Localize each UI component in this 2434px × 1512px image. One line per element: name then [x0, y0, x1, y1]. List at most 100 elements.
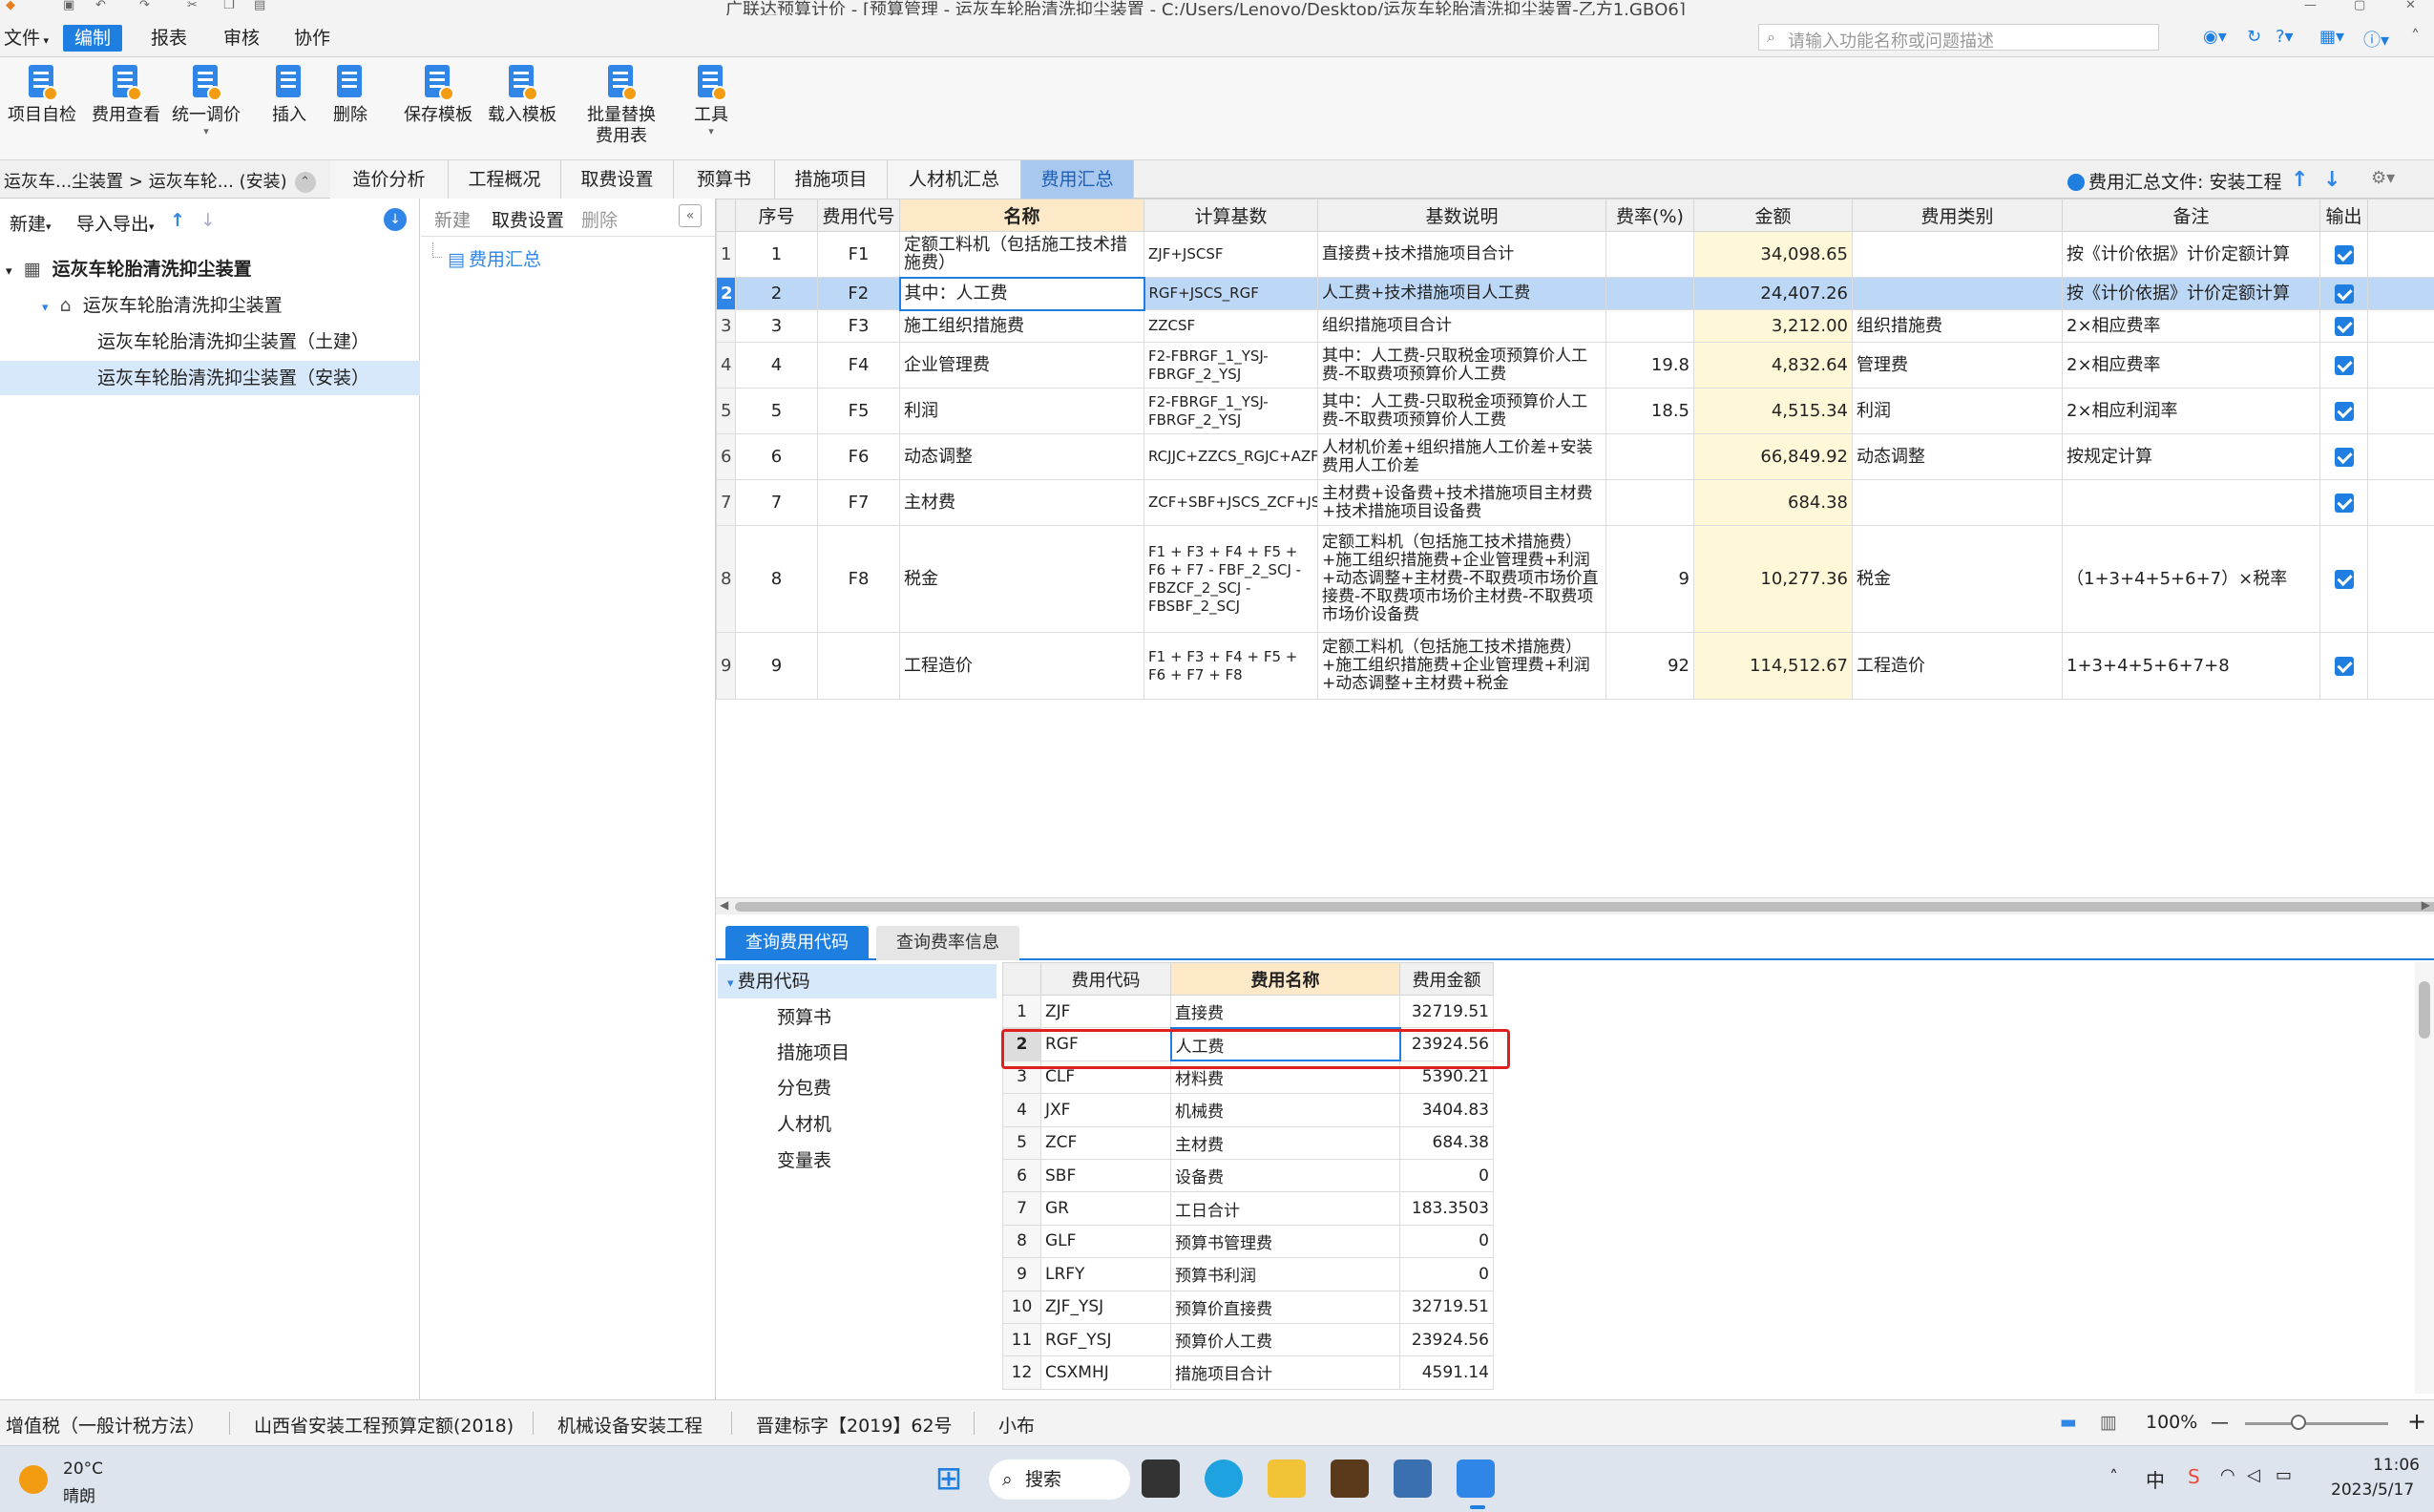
name-cell[interactable]: 主材费: [899, 479, 1144, 526]
code-row[interactable]: 7 GR 工日合计 183.3503: [1002, 1191, 1494, 1226]
code-header-name[interactable]: 费用名称: [1170, 962, 1400, 996]
base-cell[interactable]: RGF+JSCS_RGF: [1144, 277, 1318, 310]
move-down-arrow-icon[interactable]: ↓: [2323, 168, 2340, 192]
header-code[interactable]: 费用代号: [817, 199, 900, 232]
battery-icon[interactable]: ▭: [2276, 1465, 2292, 1485]
note-cell[interactable]: 按《计价依据》计价定额计算: [2062, 231, 2320, 278]
tab-fee-setting[interactable]: 取费设置: [561, 160, 674, 199]
settings-icon[interactable]: ⚙▾: [2371, 168, 2395, 188]
rate-cell[interactable]: [1605, 309, 1694, 343]
cut-icon[interactable]: ✂: [187, 0, 198, 12]
edge-browser-icon[interactable]: [1205, 1460, 1243, 1498]
note-cell[interactable]: 按《计价依据》计价定额计算: [2062, 277, 2320, 310]
fee-row[interactable]: 9 9 工程造价 F1 + F3 + F4 + F5 + F6 + F7 + F8 定额…: [716, 632, 2434, 700]
windows-start-icon[interactable]: ⊞: [930, 1460, 968, 1498]
output-checkbox-cell[interactable]: [2319, 479, 2368, 526]
mid-fee-setting-button[interactable]: 取费设置: [492, 206, 564, 232]
task-view-icon[interactable]: [1142, 1460, 1180, 1498]
checkbox-checked-icon[interactable]: [2334, 656, 2354, 676]
checkbox-checked-icon[interactable]: [2334, 493, 2354, 513]
new-button[interactable]: 新建▾: [10, 210, 52, 236]
name-cell[interactable]: 其中：人工费: [898, 276, 1145, 311]
wifi-icon[interactable]: ◠: [2220, 1465, 2235, 1485]
code-tree-root[interactable]: ▾ 费用代码: [718, 964, 997, 998]
note-cell[interactable]: 按规定计算: [2062, 433, 2320, 480]
tree-item-install[interactable]: 运灰车轮胎清洗抑尘装置（安装）: [0, 361, 420, 395]
tab-measures[interactable]: 措施项目: [775, 160, 888, 199]
code-amount-cell[interactable]: 3404.83: [1399, 1093, 1494, 1127]
category-cell[interactable]: 利润: [1852, 388, 2063, 434]
base-cell[interactable]: F2-FBRGF_1_YSJ-FBRGF_2_YSJ: [1144, 342, 1318, 388]
code-name-cell[interactable]: 工日合计: [1170, 1191, 1400, 1226]
code-amount-cell[interactable]: 0: [1399, 1257, 1494, 1292]
expand-icon[interactable]: ▾: [6, 264, 12, 279]
tab-cost-analysis[interactable]: 造价分析: [330, 160, 449, 199]
cad-icon[interactable]: [1394, 1460, 1432, 1498]
row-number[interactable]: 8: [716, 525, 736, 633]
code-cell[interactable]: JXF: [1040, 1093, 1171, 1127]
code-header-code[interactable]: 费用代码: [1040, 962, 1171, 996]
code-row[interactable]: 10 ZJF_YSJ 预算价直接费 32719.51: [1002, 1290, 1494, 1324]
row-number[interactable]: 1: [716, 231, 736, 278]
output-checkbox-cell[interactable]: [2319, 525, 2368, 633]
base-cell[interactable]: F1 + F3 + F4 + F5 + F6 + F7 - FBF_2_SCJ …: [1144, 525, 1318, 633]
scroll-left-icon[interactable]: ◀: [720, 898, 728, 912]
seq-cell[interactable]: 1: [735, 231, 818, 278]
header-amount[interactable]: 金额: [1693, 199, 1853, 232]
code-row[interactable]: 11 RGF_YSJ 预算价人工费 23924.56: [1002, 1322, 1494, 1357]
header-name[interactable]: 名称: [899, 199, 1144, 232]
row-number[interactable]: 9: [716, 632, 736, 700]
desc-cell[interactable]: 主材费+设备费+技术措施项目主材费+技术措施项目设备费: [1317, 479, 1606, 526]
checkbox-checked-icon[interactable]: [2334, 316, 2354, 336]
code-row[interactable]: 5 ZCF 主材费 684.38: [1002, 1125, 1494, 1160]
category-cell[interactable]: 税金: [1852, 525, 2063, 633]
header-note[interactable]: 备注: [2062, 199, 2320, 232]
zoom-out-icon[interactable]: —: [2211, 1412, 2229, 1433]
code-amount-cell[interactable]: 183.3503: [1399, 1191, 1494, 1226]
amount-cell[interactable]: 3,212.00: [1693, 309, 1853, 343]
name-cell[interactable]: 工程造价: [899, 632, 1144, 700]
collapse-panel-icon[interactable]: «: [679, 204, 702, 227]
code-row-number[interactable]: 10: [1002, 1290, 1041, 1324]
seq-cell[interactable]: 2: [735, 277, 818, 310]
code-name-cell[interactable]: 措施项目合计: [1170, 1355, 1400, 1390]
code-row[interactable]: 4 JXF 机械费 3404.83: [1002, 1093, 1494, 1127]
code-row-number[interactable]: 4: [1002, 1093, 1041, 1127]
layout-single-icon[interactable]: ▬: [2060, 1412, 2077, 1433]
scroll-thumb[interactable]: [2419, 981, 2430, 1039]
fee-summary-item[interactable]: ▤ 费用汇总: [432, 242, 541, 277]
code-cell[interactable]: ZJF_YSJ: [1040, 1290, 1171, 1324]
scroll-right-icon[interactable]: ▶: [2422, 898, 2430, 912]
rate-cell[interactable]: 92: [1605, 632, 1694, 700]
code-name-cell[interactable]: 主材费: [1170, 1125, 1400, 1160]
code-cell[interactable]: F3: [817, 309, 900, 343]
fee-row[interactable]: 1 1 F1 定额工料机（包括施工技术措施费） ZJF+JSCSF 直接费+技术措施项目合…: [716, 231, 2434, 278]
expand-icon[interactable]: ▾: [42, 301, 49, 315]
note-cell[interactable]: [2062, 479, 2320, 526]
code-tree-labor-material[interactable]: 人材机: [777, 1107, 831, 1142]
code-cell[interactable]: [817, 632, 900, 700]
note-cell[interactable]: 1+3+4+5+6+7+8: [2062, 632, 2320, 700]
row-number[interactable]: 3: [716, 309, 736, 343]
code-row-number[interactable]: 9: [1002, 1257, 1041, 1292]
tab-query-rate-info[interactable]: 查询费率信息: [876, 926, 1019, 960]
project-check-button[interactable]: 项目自检: [8, 63, 76, 126]
desc-cell[interactable]: 直接费+技术措施项目合计: [1317, 231, 1606, 278]
code-cell[interactable]: F4: [817, 342, 900, 388]
category-cell[interactable]: [1852, 479, 2063, 526]
menu-file[interactable]: 文件 ▾: [4, 27, 49, 52]
redo-icon[interactable]: ↷: [139, 0, 150, 12]
header-base[interactable]: 计算基数: [1144, 199, 1318, 232]
name-cell[interactable]: 利润: [899, 388, 1144, 434]
base-cell[interactable]: RCJJC+ZZCS_RGJC+AZFY_RGJC: [1144, 433, 1318, 480]
move-down-icon[interactable]: ↓: [200, 210, 216, 231]
fee-row[interactable]: 5 5 F5 利润 F2-FBRGF_1_YSJ-FBRGF_2_YSJ 其中：人工费-只…: [716, 388, 2434, 434]
desc-cell[interactable]: 人材机价差+组织措施人工价差+安装费用人工价差: [1317, 433, 1606, 480]
row-number[interactable]: 7: [716, 479, 736, 526]
code-row[interactable]: 6 SBF 设备费 0: [1002, 1158, 1494, 1193]
output-checkbox-cell[interactable]: [2319, 388, 2368, 434]
code-cell[interactable]: SBF: [1040, 1158, 1171, 1193]
base-cell[interactable]: F2-FBRGF_1_YSJ-FBRGF_2_YSJ: [1144, 388, 1318, 434]
save-icon[interactable]: ▣: [63, 0, 74, 12]
code-name-cell[interactable]: 直接费: [1170, 994, 1400, 1029]
